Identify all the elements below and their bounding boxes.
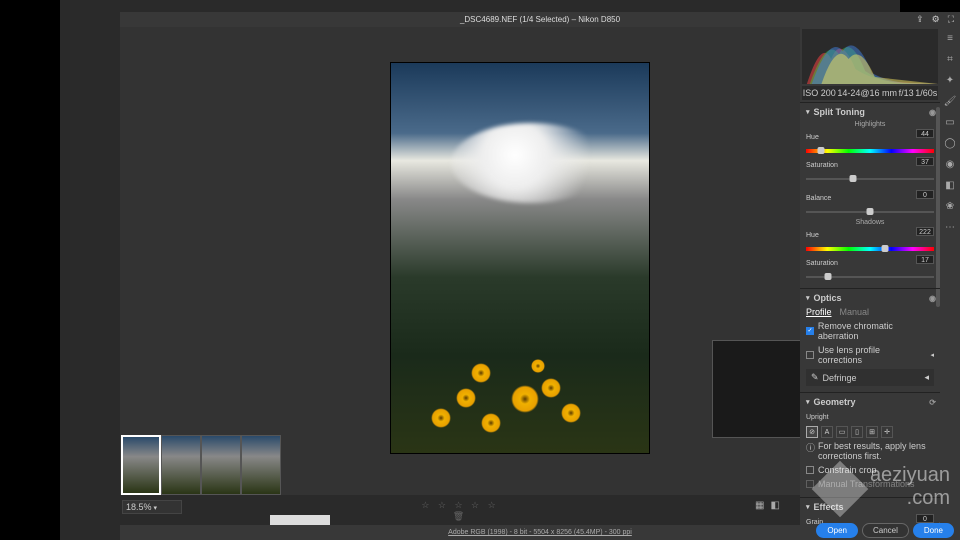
- balance-slider[interactable]: [806, 207, 934, 217]
- thumbnail[interactable]: [161, 435, 201, 495]
- app-frame: _DSC4689.NEF (1/4 Selected) – Nikon D850…: [60, 0, 900, 540]
- defringe-row[interactable]: ✎Defringe◂: [806, 369, 934, 386]
- upright-vertical[interactable]: ▯: [851, 426, 863, 438]
- image-content: [421, 318, 621, 438]
- visibility-eye-icon[interactable]: ◉: [929, 294, 936, 303]
- edit-panel: ISO 200 14-24@16 mm f/13 1/60s ▾ Split T…: [800, 27, 940, 525]
- hl-hue-value[interactable]: 44: [916, 129, 934, 138]
- lens-value: 14-24@16 mm: [837, 86, 897, 100]
- hl-sat-slider[interactable]: [806, 174, 934, 184]
- geometry-hint: ⓘFor best results, apply lens correction…: [806, 441, 934, 461]
- split-toning-header[interactable]: ▾ Split Toning ◉: [806, 107, 934, 117]
- histogram[interactable]: [802, 29, 938, 84]
- shadows-label: Shadows: [806, 219, 934, 226]
- status-bar: Adobe RGB (1998) - 8 bit - 5504 x 8256 (…: [120, 525, 960, 540]
- chevron-down-icon: ▾: [806, 398, 810, 406]
- cancel-button[interactable]: Cancel: [862, 523, 909, 538]
- settings-gear-icon[interactable]: ⚙: [932, 12, 940, 27]
- chevron-down-icon: ▾: [806, 503, 810, 511]
- upright-level[interactable]: ▭: [836, 426, 848, 438]
- highlights-label: Highlights: [806, 121, 934, 128]
- thumbnail[interactable]: [121, 435, 161, 495]
- tab-manual[interactable]: Manual: [840, 307, 870, 317]
- zoom-dropdown[interactable]: 18.5% ▾: [122, 500, 182, 514]
- right-toolstrip: ≡ ⌗ ✦ 🖌 ▭ ◯ ◉ ◧ ❀ ⋯: [940, 27, 960, 525]
- watermark: aeziyuan.com: [870, 464, 950, 510]
- reset-icon[interactable]: ⟳: [929, 398, 936, 407]
- edit-sliders-icon[interactable]: ≡: [947, 33, 953, 44]
- thumbnail[interactable]: [241, 435, 281, 495]
- crop-icon[interactable]: ⌗: [947, 54, 953, 65]
- chevron-left-icon: ◂: [930, 351, 934, 359]
- remove-ca-checkbox[interactable]: ✓Remove chromatic aberration: [806, 321, 934, 341]
- upright-guided[interactable]: ✛: [881, 426, 893, 438]
- top-bar: _DSC4689.NEF (1/4 Selected) – Nikon D850…: [120, 12, 960, 27]
- share-icon[interactable]: ⇪: [916, 12, 924, 27]
- exif-bar: ISO 200 14-24@16 mm f/13 1/60s: [802, 86, 938, 100]
- rating-stars[interactable]: ☆ ☆ ☆ ☆ ☆ 🗑: [420, 500, 500, 512]
- fullscreen-icon[interactable]: ⛶: [948, 12, 954, 27]
- heal-brush-icon[interactable]: ✦: [946, 75, 954, 86]
- main-preview-image[interactable]: [390, 62, 650, 454]
- tab-profile[interactable]: Profile: [806, 307, 832, 317]
- aperture-value: f/13: [899, 86, 914, 100]
- thumbnail[interactable]: [201, 435, 241, 495]
- upright-off[interactable]: ⊘: [806, 426, 818, 438]
- file-title: _DSC4689.NEF (1/4 Selected) – Nikon D850: [460, 15, 620, 24]
- grain-value[interactable]: 0: [916, 514, 934, 523]
- sh-sat-slider[interactable]: [806, 272, 934, 282]
- gradient-icon[interactable]: ▭: [945, 117, 954, 128]
- chevron-left-icon: ◂: [924, 372, 929, 383]
- sh-sat-value[interactable]: 17: [916, 255, 934, 264]
- hl-sat-value[interactable]: 37: [916, 157, 934, 166]
- presets-icon[interactable]: ◧: [945, 180, 954, 191]
- upright-full[interactable]: ⊞: [866, 426, 878, 438]
- sh-hue-slider[interactable]: [806, 244, 934, 254]
- shutter-value: 1/60s: [915, 86, 937, 100]
- status-chip: [270, 515, 330, 525]
- info-icon: ⓘ: [806, 441, 815, 461]
- radial-icon[interactable]: ◯: [944, 138, 955, 149]
- optics-section: ▾ Optics ◉ Profile Manual ✓Remove chroma…: [800, 288, 940, 392]
- upright-modes: ⊘ A ▭ ▯ ⊞ ✛: [806, 426, 934, 438]
- webcam-overlay: [712, 340, 807, 438]
- open-button[interactable]: Open: [816, 523, 858, 538]
- visibility-eye-icon[interactable]: ◉: [929, 108, 936, 117]
- more-icon[interactable]: ⋯: [945, 222, 955, 233]
- filmstrip: [121, 435, 284, 495]
- balance-value[interactable]: 0: [916, 190, 934, 199]
- optics-header[interactable]: ▾ Optics ◉: [806, 293, 934, 303]
- hl-hue-slider[interactable]: [806, 146, 934, 156]
- split-toning-section: ▾ Split Toning ◉ Highlights Hue44 Satura…: [800, 102, 940, 288]
- brush-icon[interactable]: 🖌: [944, 96, 957, 107]
- iso-value: ISO 200: [803, 86, 836, 100]
- eyedropper-icon: ✎: [811, 372, 819, 383]
- upright-auto[interactable]: A: [821, 426, 833, 438]
- done-button[interactable]: Done: [913, 523, 954, 538]
- canvas-area: [120, 27, 800, 495]
- chevron-down-icon: ▾: [806, 108, 810, 116]
- geometry-header[interactable]: ▾ Geometry ⟳: [806, 397, 934, 407]
- chevron-down-icon: ▾: [806, 294, 810, 302]
- grid-view-icon[interactable]: ▦: [755, 500, 764, 511]
- compare-view-icon[interactable]: ◧: [770, 500, 779, 511]
- redeye-icon[interactable]: ◉: [946, 159, 955, 170]
- sh-hue-value[interactable]: 222: [916, 227, 934, 236]
- lens-profile-checkbox[interactable]: Use lens profile corrections◂: [806, 345, 934, 365]
- snapshots-icon[interactable]: ❀: [946, 201, 954, 212]
- image-content: [451, 123, 611, 203]
